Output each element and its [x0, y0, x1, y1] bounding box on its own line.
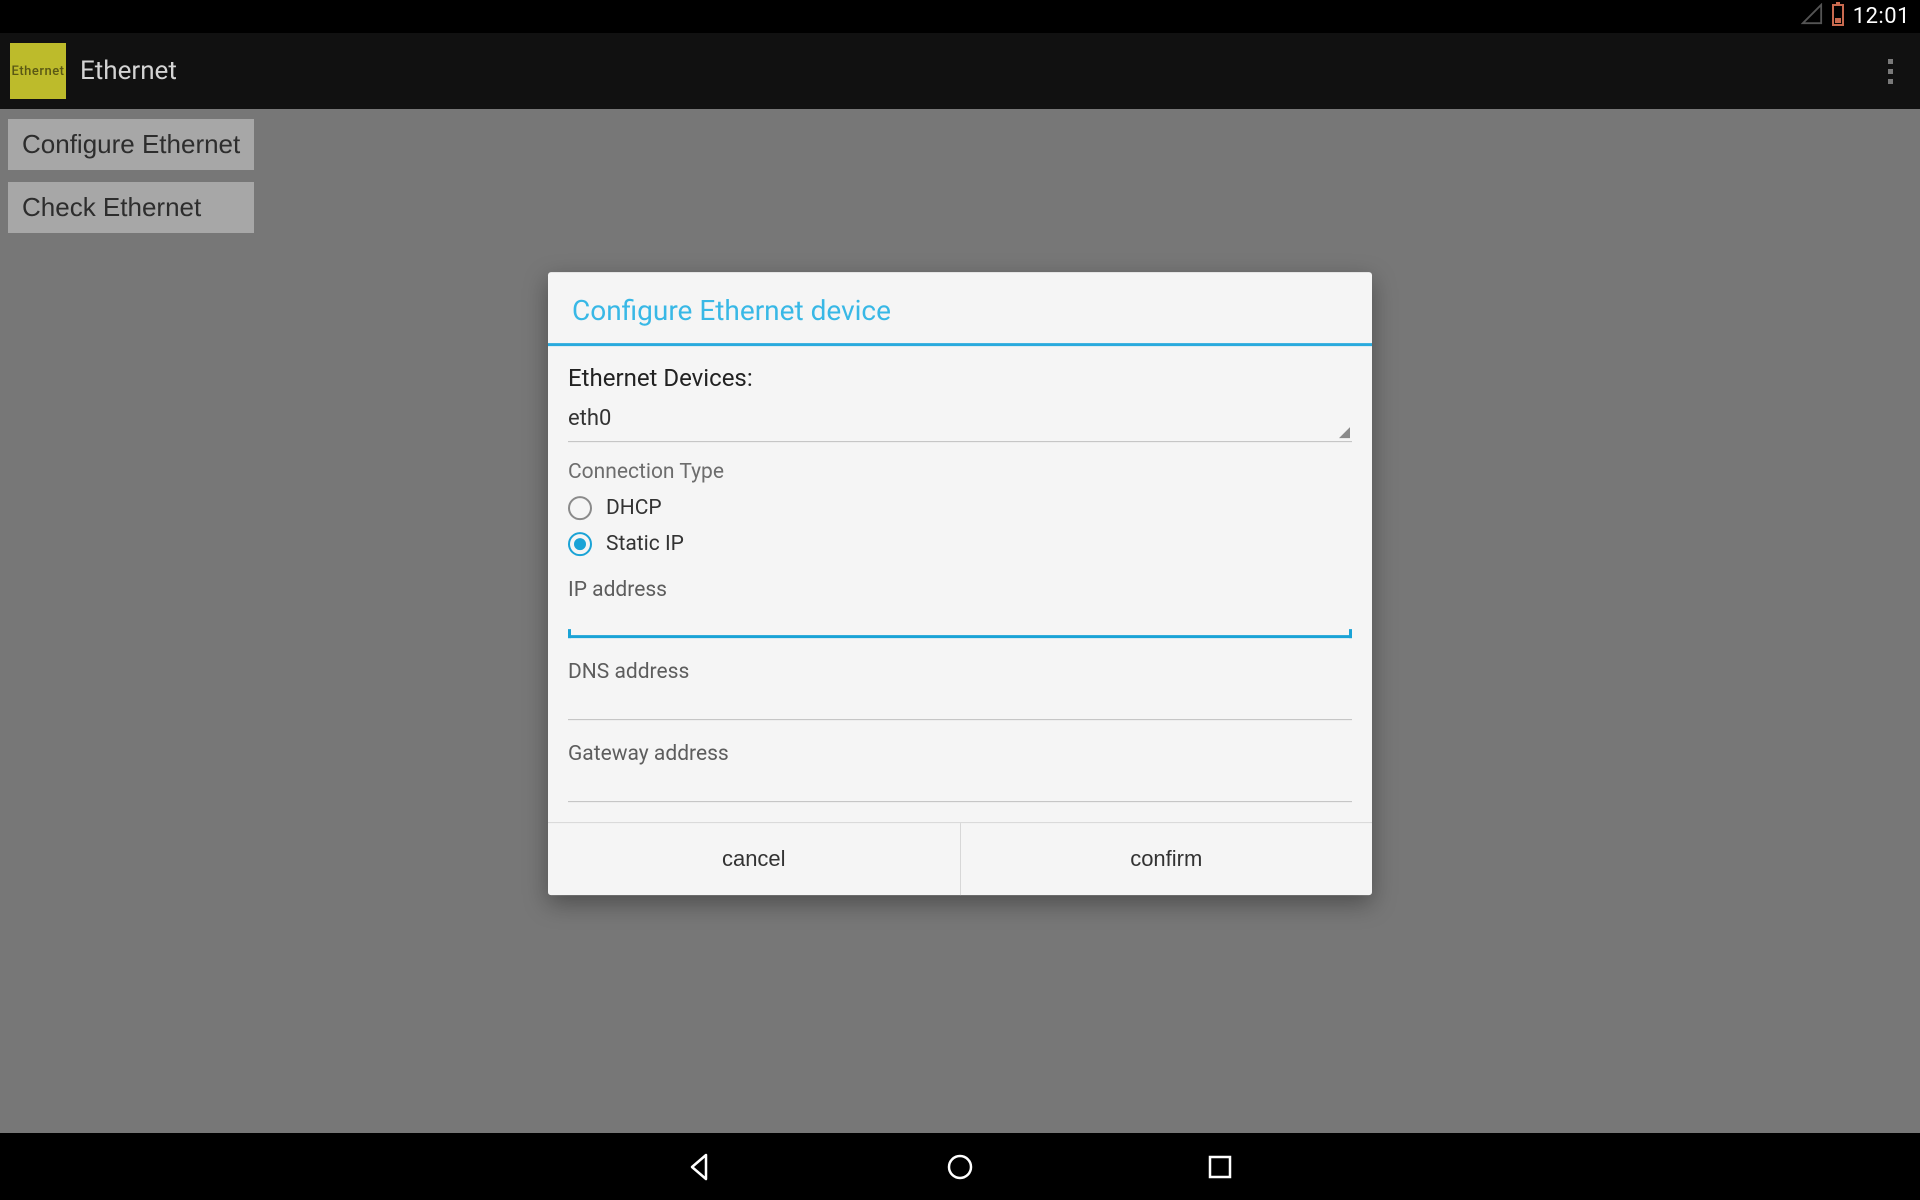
radio-dhcp-label: DHCP	[606, 496, 662, 520]
dns-address-label: DNS address	[568, 660, 1352, 684]
home-button[interactable]	[940, 1147, 980, 1187]
connection-type-label: Connection Type	[568, 460, 1352, 484]
status-bar: 12:01	[0, 0, 1920, 33]
content-area: Configure Ethernet Check Ethernet Config…	[0, 109, 1920, 1133]
ethernet-devices-label: Ethernet Devices:	[568, 364, 1352, 392]
radio-static-ip[interactable]: Static IP	[568, 532, 1352, 556]
ethernet-device-spinner[interactable]: eth0	[568, 400, 1352, 442]
recents-button[interactable]	[1200, 1147, 1240, 1187]
radio-dhcp-icon	[568, 496, 592, 520]
configure-ethernet-dialog: Configure Ethernet device Ethernet Devic…	[548, 272, 1372, 895]
ethernet-device-selected: eth0	[568, 406, 611, 431]
radio-static-label: Static IP	[606, 532, 684, 556]
cancel-button[interactable]: cancel	[548, 823, 960, 895]
app-icon: Ethernet	[10, 43, 66, 99]
status-clock: 12:01	[1853, 4, 1910, 29]
navigation-bar	[0, 1133, 1920, 1200]
back-button[interactable]	[680, 1147, 720, 1187]
app-bar: Ethernet Ethernet	[0, 33, 1920, 109]
dns-address-input[interactable]	[568, 684, 1352, 720]
radio-dhcp[interactable]: DHCP	[568, 496, 1352, 520]
dialog-title: Configure Ethernet device	[548, 272, 1372, 346]
battery-icon	[1831, 2, 1845, 32]
ip-address-input[interactable]	[568, 602, 1352, 638]
overflow-menu-button[interactable]	[1870, 51, 1910, 91]
app-title: Ethernet	[80, 56, 177, 86]
dialog-footer: cancel confirm	[548, 822, 1372, 895]
gateway-address-input[interactable]	[568, 766, 1352, 802]
confirm-button[interactable]: confirm	[960, 823, 1373, 895]
ip-address-label: IP address	[568, 578, 1352, 602]
radio-static-icon	[568, 532, 592, 556]
signal-empty-icon	[1801, 3, 1823, 31]
app-icon-label: Ethernet	[12, 64, 65, 79]
gateway-address-label: Gateway address	[568, 742, 1352, 766]
